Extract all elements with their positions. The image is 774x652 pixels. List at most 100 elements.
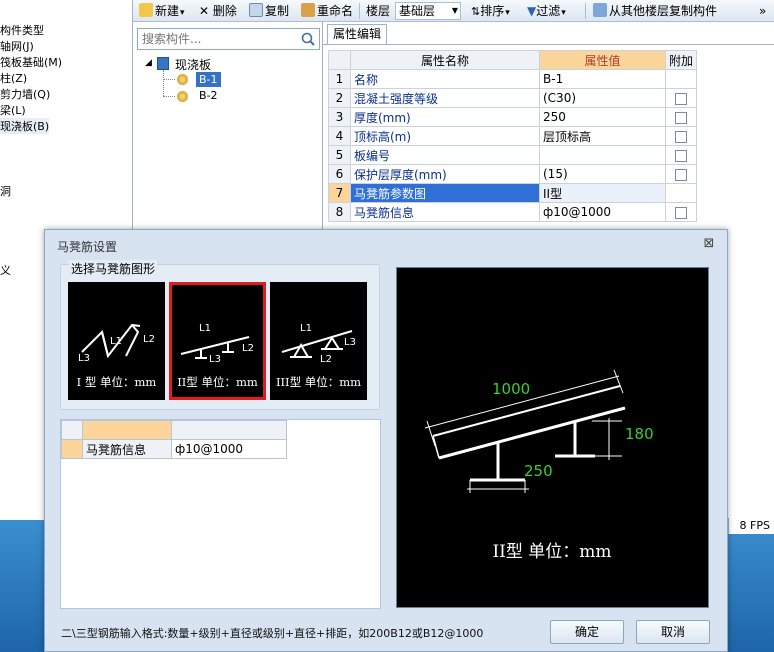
svg-text:L1: L1 xyxy=(199,323,211,334)
filter-button[interactable]: ▼过滤▾ xyxy=(527,2,566,20)
component-icon xyxy=(177,91,188,102)
attach-checkbox[interactable] xyxy=(675,206,687,219)
table-row[interactable]: 1 名称 B-1 xyxy=(328,69,698,89)
rebar-info-area: 马凳筋信息 ф10@1000 xyxy=(60,419,381,609)
component-icon xyxy=(177,74,188,85)
table-row[interactable]: 马凳筋信息 ф10@1000 xyxy=(61,439,287,459)
shape-group-label: 选择马凳筋图形 xyxy=(69,260,158,277)
value-cell[interactable]: (15) xyxy=(539,164,666,184)
copy-icon xyxy=(249,3,263,17)
floor-select[interactable]: 基础层 ▼ xyxy=(395,2,461,20)
tree-item-b2[interactable]: B-2 xyxy=(199,89,218,102)
toolbar-overflow-button[interactable]: » xyxy=(759,2,766,20)
table-row[interactable]: 3 厚度(mm) 250 xyxy=(328,107,698,127)
property-table: 属性名称 属性值 附加 1 名称 B-1 2 混凝土强度等级 (C30) 3 厚… xyxy=(328,50,698,222)
header-attach: 附加 xyxy=(664,50,698,70)
table-row[interactable]: 2 混凝土强度等级 (C30) xyxy=(328,88,698,108)
input-format-hint: 二\三型钢筋输入格式:数量+级别+直径或级别+直径+排距，如200B12或B12… xyxy=(61,627,484,640)
copy-floor-icon xyxy=(593,3,607,17)
cancel-button[interactable]: 取消 xyxy=(636,620,710,644)
value-cell[interactable]: II型 xyxy=(539,183,666,203)
svg-text:L2: L2 xyxy=(143,334,155,345)
search-icon[interactable] xyxy=(298,30,318,48)
shape-option-type-3[interactable]: L1 L3 L2 III型 单位：mm xyxy=(270,282,367,400)
ok-button[interactable]: 确定 xyxy=(550,620,624,644)
svg-text:L1: L1 xyxy=(300,323,312,334)
new-button[interactable]: 新建▾ xyxy=(139,2,185,20)
attach-checkbox[interactable] xyxy=(675,130,687,143)
sort-button[interactable]: ⇅排序▾ xyxy=(471,2,510,20)
header-name: 属性名称 xyxy=(350,50,540,70)
rename-button[interactable]: 重命名 xyxy=(301,2,353,20)
tree-item-b1[interactable]: B-1 xyxy=(196,72,221,87)
value-cell[interactable]: 层顶标高 xyxy=(539,126,666,146)
shape-select-group: 选择马凳筋图形 L1 L2 L3 I 型 单位：mm L1 L2 L3 II型 … xyxy=(60,260,380,410)
svg-text:L1: L1 xyxy=(110,336,122,347)
svg-text:L3: L3 xyxy=(209,354,221,365)
tree-root-label[interactable]: 现浇板 xyxy=(175,56,211,73)
svg-text:L3: L3 xyxy=(78,353,90,364)
table-row[interactable]: 5 板编号 xyxy=(328,145,698,165)
attach-checkbox[interactable] xyxy=(675,168,687,181)
delete-icon: ✕ xyxy=(199,4,210,18)
shape-option-type-1[interactable]: L1 L2 L3 I 型 单位：mm xyxy=(68,282,165,400)
tree-item-cast-slab[interactable]: 现浇板(B) xyxy=(0,118,50,134)
table-row-selected[interactable]: 7 马凳筋参数图 II型 xyxy=(328,183,698,203)
dim-bottom-label: 250 xyxy=(524,462,553,480)
dialog-title: 马凳筋设置 xyxy=(57,240,118,254)
svg-text:L3: L3 xyxy=(344,337,356,348)
delete-button[interactable]: ✕ 删除 xyxy=(199,2,237,20)
value-cell[interactable]: B-1 xyxy=(539,69,666,89)
tree-item-column[interactable]: 柱(Z) xyxy=(0,70,27,86)
shape-option-type-2[interactable]: L1 L2 L3 II型 单位：mm xyxy=(169,282,266,400)
dropdown-arrow-icon: ▼ xyxy=(451,6,458,15)
info-row-value[interactable]: ф10@1000 xyxy=(171,439,287,459)
tree-item-raft-foundation[interactable]: 筏板基础(M) xyxy=(0,54,62,70)
copy-from-floor-button[interactable]: 从其他楼层复制构件 xyxy=(593,2,717,20)
sort-icon: ⇅ xyxy=(471,5,481,18)
svg-text:L2: L2 xyxy=(242,343,254,354)
svg-text:L2: L2 xyxy=(320,354,332,365)
header-value: 属性值 xyxy=(539,50,666,70)
attach-checkbox[interactable] xyxy=(675,92,687,105)
tree-item-shear-wall[interactable]: 剪力墙(Q) xyxy=(0,86,50,102)
dim-right-label: 180 xyxy=(625,425,654,443)
rename-icon xyxy=(301,3,315,17)
preview-caption: II型 单位：mm xyxy=(492,542,611,562)
value-cell[interactable] xyxy=(539,145,666,165)
new-icon xyxy=(139,3,153,17)
tree-item-axis-grid[interactable]: 轴网(J) xyxy=(0,38,34,54)
attach-checkbox[interactable] xyxy=(675,149,687,162)
shape-caption: III型 单位：mm xyxy=(275,375,362,389)
fps-indicator: 8 FPS xyxy=(728,518,774,534)
table-row[interactable]: 4 顶标高(m) 层顶标高 xyxy=(328,126,698,146)
tree-item-component-type[interactable]: 构件类型 xyxy=(0,22,44,38)
info-row-label: 马凳筋信息 xyxy=(82,439,172,459)
table-row[interactable]: 8 马凳筋信息 ф10@1000 xyxy=(328,202,698,222)
rebar-info-table: 马凳筋信息 ф10@1000 xyxy=(61,420,287,459)
value-cell[interactable]: ф10@1000 xyxy=(539,202,666,222)
dropdown-arrow-icon: ▾ xyxy=(561,8,566,18)
dim-top-label: 1000 xyxy=(492,380,530,398)
shape-caption: I 型 单位：mm xyxy=(76,375,157,389)
table-row[interactable]: 6 保护层厚度(mm) (15) xyxy=(328,164,698,184)
collapse-icon[interactable]: ◢ xyxy=(145,58,152,68)
tab-property-edit[interactable]: 属性编辑 xyxy=(327,24,387,44)
value-cell[interactable]: (C30) xyxy=(539,88,666,108)
tree-item-opening[interactable]: 洞 xyxy=(0,183,11,199)
slab-folder-icon xyxy=(157,57,169,70)
filter-icon: ▼ xyxy=(527,4,537,18)
tree-item-custom[interactable]: 义 xyxy=(0,262,11,278)
stool-rebar-dialog: 马凳筋设置 ⊠ 选择马凳筋图形 L1 L2 L3 I 型 单位：mm L1 L2… xyxy=(44,229,728,652)
type-2-preview-drawing: 1000 180 250 II型 单位：mm xyxy=(424,369,654,562)
search-input[interactable] xyxy=(138,29,288,49)
copy-button[interactable]: 复制 xyxy=(249,2,289,20)
attach-checkbox[interactable] xyxy=(675,111,687,124)
dropdown-arrow-icon: ▾ xyxy=(180,8,185,18)
dropdown-arrow-icon: ▾ xyxy=(505,8,510,18)
value-cell[interactable]: 250 xyxy=(539,107,666,127)
shape-caption: II型 单位：mm xyxy=(177,375,258,389)
tree-item-beam[interactable]: 梁(L) xyxy=(0,102,26,118)
shape-preview: 1000 180 250 II型 单位：mm xyxy=(396,267,709,608)
close-icon[interactable]: ⊠ xyxy=(701,236,717,252)
